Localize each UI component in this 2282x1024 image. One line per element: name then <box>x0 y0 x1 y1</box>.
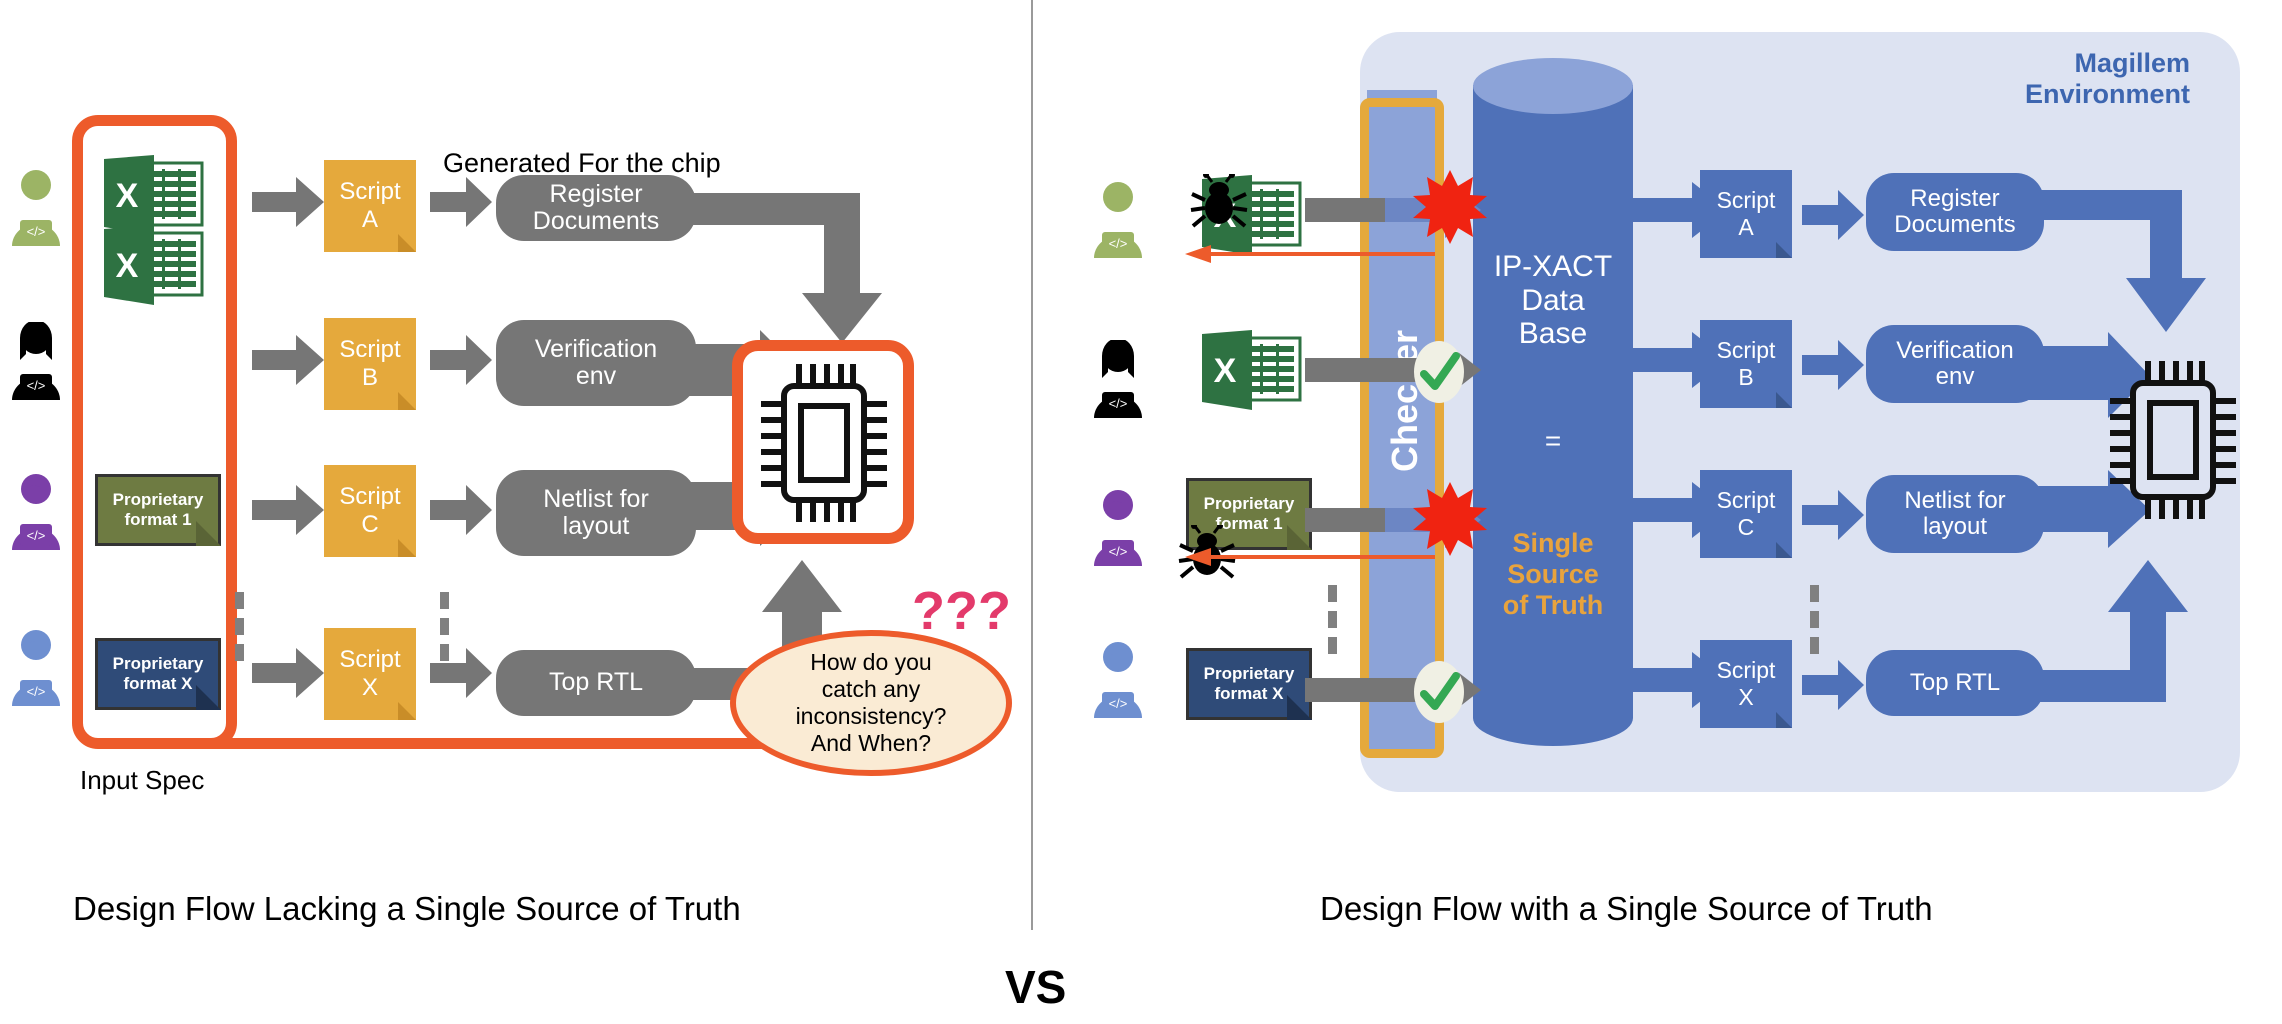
vs-label: VS <box>1005 961 1067 1013</box>
flow-arrow-r4b <box>1802 660 1864 710</box>
output-label: Register Documents <box>1894 184 2016 238</box>
output-pill-netlist-right: Netlist for layout <box>1866 475 2044 553</box>
ellipsis-dots-inputs <box>235 592 244 670</box>
database-label: IP-XACT Data Base <box>1493 250 1613 351</box>
note-fold <box>398 702 416 720</box>
svg-text:</>: </> <box>1109 544 1128 559</box>
script-note-label: Script C <box>339 483 401 538</box>
svg-text:X: X <box>1214 352 1237 390</box>
script-note-label: Script C <box>1716 487 1776 540</box>
right-caption: Design Flow with a Single Source of Trut… <box>1320 890 1933 927</box>
output-tail-arrow-right-4 <box>2020 560 2188 702</box>
note-fold <box>398 234 416 252</box>
flow-arrow <box>430 485 492 535</box>
input-note-label: Proprietary format 1 <box>112 490 204 529</box>
persona-icon-r1: </> <box>1094 182 1142 258</box>
persona-icon-r4: </> <box>1094 642 1142 718</box>
magillem-environment-title: Magillem Environment <box>2024 48 2190 110</box>
ellipsis-dots-scripts-right <box>1810 585 1819 663</box>
input-spec-label: Input Spec <box>80 765 205 795</box>
error-burst-icon-r3 <box>1413 482 1487 556</box>
output-label: Top RTL <box>548 668 644 697</box>
error-return-arrow-r1 <box>1185 245 1435 263</box>
output-tail-arrow-right-1 <box>2010 190 2206 332</box>
check-ok-icon-r2 <box>1414 341 1464 403</box>
output-pill-verification-env: Verification env <box>496 320 696 406</box>
output-label: Netlist for layout <box>543 484 649 540</box>
question-bubble: How do you catch any inconsistency? And … <box>730 630 1012 776</box>
chip-icon-right <box>2110 361 2236 519</box>
script-note-label: Script X <box>1716 657 1776 710</box>
excel-icon-2: X <box>104 225 204 305</box>
script-note-label: Script A <box>1716 187 1776 240</box>
persona-icon-r3: </> <box>1094 490 1142 566</box>
svg-text:X: X <box>116 177 139 215</box>
svg-text:</>: </> <box>1109 236 1128 251</box>
database-cylinder-top <box>1473 58 1633 114</box>
output-pill-top-rtl: Top RTL <box>496 650 696 716</box>
svg-text:</>: </> <box>27 224 46 239</box>
output-pill-verification-env-right: Verification env <box>1866 325 2044 403</box>
note-fold <box>1776 542 1792 558</box>
script-note-label: Script A <box>339 178 401 233</box>
excel-icon-r2: X <box>1202 330 1302 410</box>
output-label: Top RTL <box>1909 668 2001 696</box>
note-fold <box>1776 712 1792 728</box>
check-ok-icon-r4 <box>1414 661 1464 723</box>
error-burst-icon-r1 <box>1413 170 1487 244</box>
note-fold <box>196 521 221 546</box>
note-fold <box>1776 392 1792 408</box>
output-pill-netlist: Netlist for layout <box>496 470 696 556</box>
output-label: Verification env <box>534 334 658 390</box>
svg-text:</>: </> <box>1109 396 1128 411</box>
script-note-label: Script B <box>339 336 401 391</box>
note-fold <box>1776 242 1792 258</box>
input-note-label: Proprietary format X <box>1203 664 1295 703</box>
svg-text:</>: </> <box>27 528 46 543</box>
database-equals: = <box>1544 425 1562 456</box>
flow-arrow <box>430 335 492 385</box>
note-fold <box>196 685 221 710</box>
svg-text:X: X <box>116 247 139 285</box>
error-return-arrow-r3 <box>1185 548 1435 566</box>
question-bubble-text: How do you catch any inconsistency? And … <box>795 648 947 757</box>
svg-text:</>: </> <box>27 684 46 699</box>
note-fold <box>398 392 416 410</box>
flow-arrow-r2b <box>1802 340 1864 390</box>
database-cylinder-body <box>1473 85 1633 718</box>
bug-icon-r1 <box>1190 174 1248 228</box>
persona-icon-4: </> <box>12 630 60 706</box>
question-marks: ??? <box>912 581 1011 641</box>
flow-arrow <box>430 177 492 227</box>
flow-arrow-r3b <box>1802 490 1864 540</box>
persona-icon-1: </> <box>12 170 60 246</box>
output-label: Verification env <box>1896 336 2014 390</box>
flow-arrow <box>252 177 324 227</box>
flow-arrow <box>252 648 324 698</box>
output-tail-arrow-1 <box>660 193 882 343</box>
single-source-of-truth-label: Single Source of Truth <box>1502 528 1604 621</box>
script-note-label: Script X <box>339 646 401 701</box>
left-caption: Design Flow Lacking a Single Source of T… <box>73 890 741 927</box>
note-fold <box>398 539 416 557</box>
excel-icon-1: X <box>104 155 204 235</box>
persona-icon-3: </> <box>12 474 60 550</box>
flow-arrow-r1b <box>1802 190 1864 240</box>
script-note-label: Script B <box>1716 337 1776 390</box>
persona-icon-2: </> <box>12 322 60 400</box>
input-note-label: Proprietary format X <box>112 654 204 693</box>
vertical-divider <box>1031 0 1033 930</box>
chip-icon <box>761 364 887 522</box>
output-pill-top-rtl-right: Top RTL <box>1866 650 2044 716</box>
flow-arrow <box>252 485 324 535</box>
persona-icon-r2: </> <box>1094 340 1142 418</box>
flow-arrow <box>430 648 492 698</box>
svg-text:</>: </> <box>27 378 46 393</box>
svg-text:</>: </> <box>1109 696 1128 711</box>
ellipsis-dots-inputs-right <box>1328 585 1337 663</box>
flow-arrow <box>252 335 324 385</box>
output-label: Netlist for layout <box>1904 486 2006 540</box>
